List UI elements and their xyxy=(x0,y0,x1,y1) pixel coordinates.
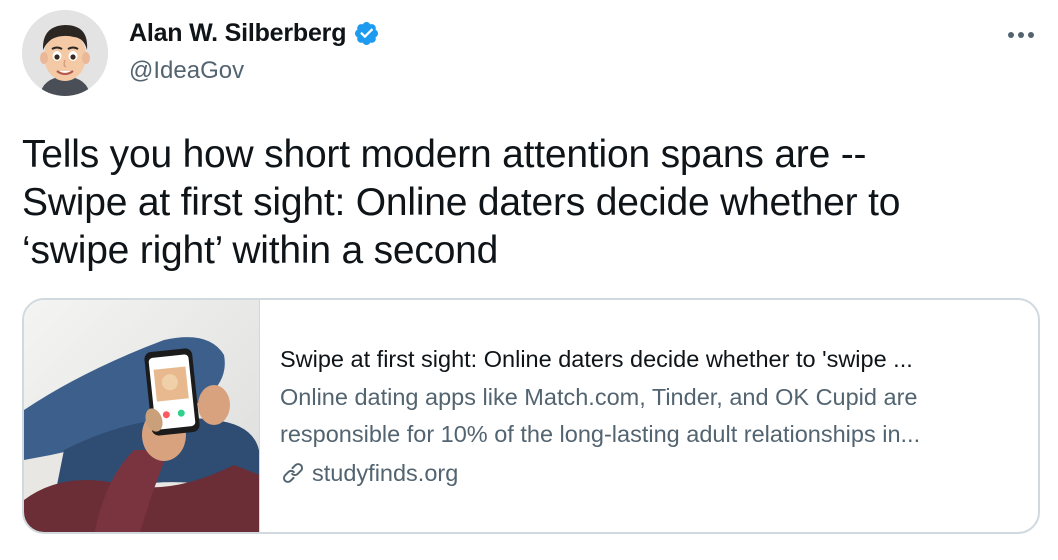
avatar[interactable] xyxy=(22,10,108,96)
tweet-text-line: ‘swipe right’ within a second xyxy=(22,229,499,272)
tweet-text-line: Swipe at first sight: Online daters deci… xyxy=(22,181,901,224)
tweet-text-line: Tells you how short modern attention spa… xyxy=(22,133,867,176)
card-thumbnail[interactable] xyxy=(24,300,260,532)
author-display-name[interactable]: Alan W. Silberberg xyxy=(129,19,346,48)
more-options-button[interactable] xyxy=(1006,20,1036,50)
card-domain[interactable]: studyfinds.org xyxy=(280,455,1020,491)
card-title[interactable]: Swipe at first sight: Online daters deci… xyxy=(280,342,1020,376)
avatar-image xyxy=(22,10,108,96)
author-name-row[interactable]: Alan W. Silberberg xyxy=(129,19,380,48)
card-domain-text[interactable]: studyfinds.org xyxy=(312,455,458,491)
link-preview-card[interactable]: Swipe at first sight: Online daters deci… xyxy=(22,298,1040,534)
more-horizontal-icon xyxy=(1008,32,1034,38)
card-thumbnail-image xyxy=(24,300,259,532)
card-description-line: responsible for 10% of the long-lasting … xyxy=(280,421,921,447)
tweet-text: Tells you how short modern attention spa… xyxy=(22,131,1032,275)
card-description: Online dating apps like Match.com, Tinde… xyxy=(280,379,1020,453)
verified-badge-icon xyxy=(355,21,379,46)
link-icon xyxy=(282,463,304,483)
card-description-line: Online dating apps like Match.com, Tinde… xyxy=(280,384,918,410)
card-body[interactable]: Swipe at first sight: Online daters deci… xyxy=(260,300,1038,532)
author-handle[interactable]: @IdeaGov xyxy=(129,57,244,85)
